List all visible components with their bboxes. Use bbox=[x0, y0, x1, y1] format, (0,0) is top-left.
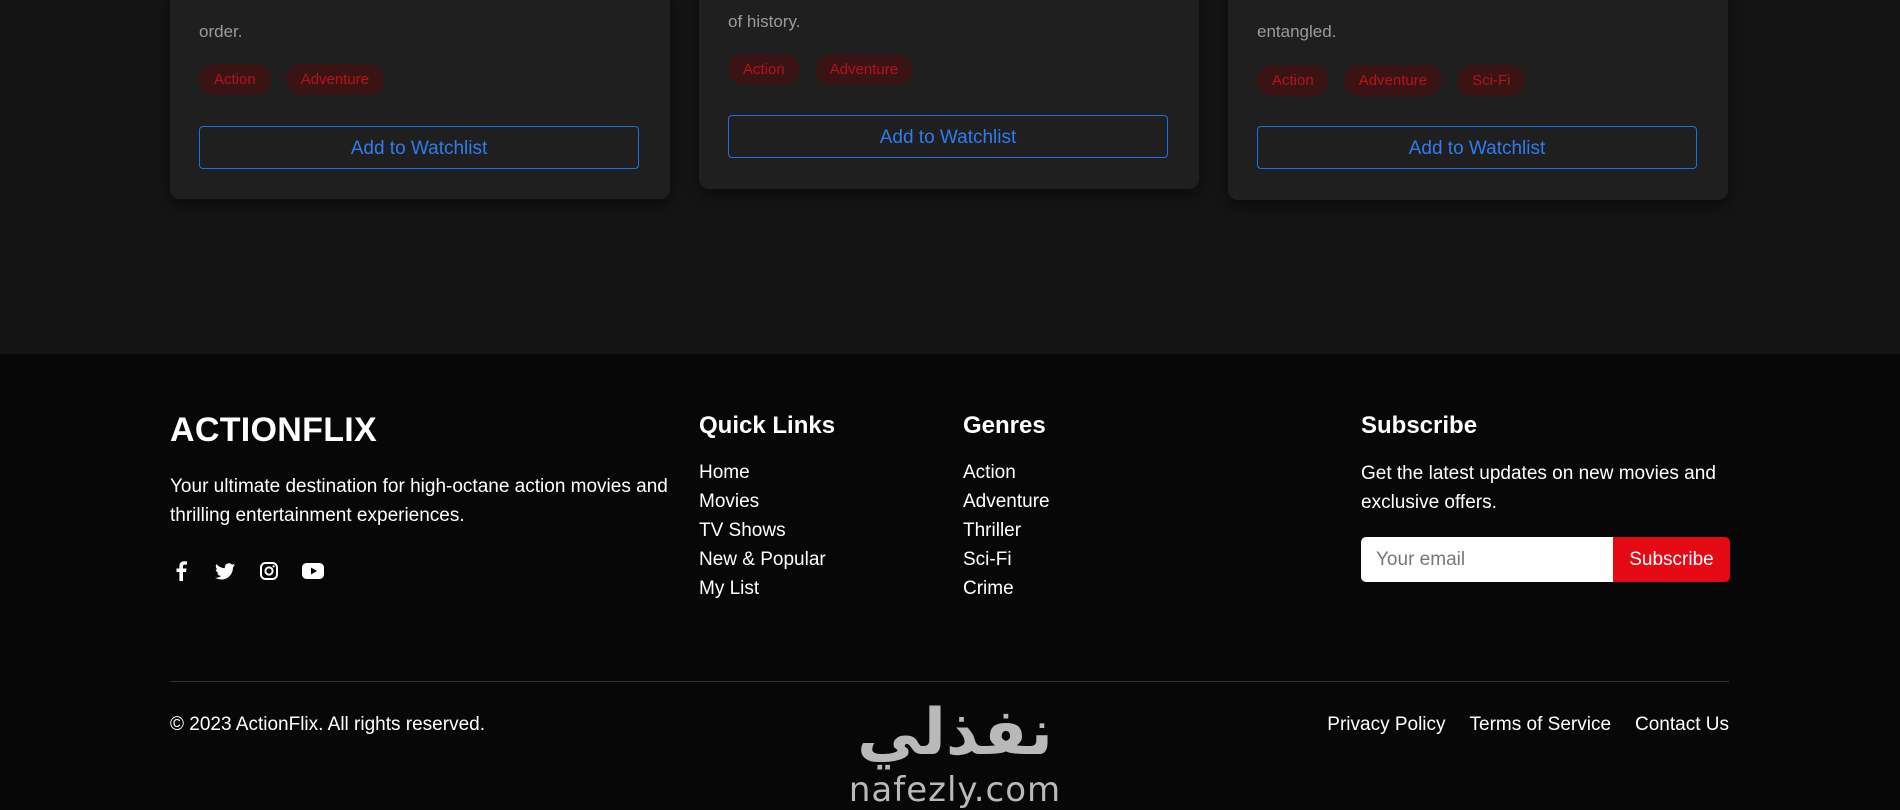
subscribe-button[interactable]: Subscribe bbox=[1613, 537, 1730, 582]
quick-links-list: Home Movies TV Shows New & Popular My Li… bbox=[699, 458, 826, 603]
genres-list: Action Adventure Thriller Sci-Fi Crime bbox=[963, 458, 1050, 603]
watermark-logo: نفذلي nafezly.com bbox=[835, 694, 1075, 808]
movie-cards-section: order. Action Adventure Add to Watchlist… bbox=[0, 0, 1900, 354]
add-to-watchlist-button[interactable]: Add to Watchlist bbox=[728, 115, 1168, 158]
watermark-arabic: نفذلي bbox=[857, 696, 1053, 770]
legal-links: Privacy Policy Terms of Service Contact … bbox=[1327, 714, 1729, 736]
footer-link-movies[interactable]: Movies bbox=[699, 487, 826, 516]
genre-tag: Adventure bbox=[285, 64, 385, 95]
email-input[interactable] bbox=[1361, 537, 1613, 582]
facebook-icon[interactable] bbox=[170, 560, 192, 582]
movie-description: entangled. bbox=[1257, 22, 1337, 41]
genre-tag: Sci-Fi bbox=[1457, 65, 1526, 96]
movie-card: order. Action Adventure Add to Watchlist bbox=[170, 0, 670, 199]
footer-genre-sci-fi[interactable]: Sci-Fi bbox=[963, 545, 1050, 574]
footer-brand-description: Your ultimate destination for high-octan… bbox=[170, 476, 668, 526]
movie-card: entangled. Action Adventure Sci-Fi Add t… bbox=[1228, 0, 1728, 200]
genres-title: Genres bbox=[963, 412, 1046, 439]
genre-tags: Action Adventure bbox=[199, 64, 385, 95]
genre-tags: Action Adventure bbox=[728, 54, 914, 85]
watermark-latin: nafezly.com bbox=[848, 770, 1062, 810]
social-links bbox=[170, 560, 324, 582]
instagram-icon[interactable] bbox=[258, 560, 280, 582]
footer-brand: ACTIONFLIX bbox=[170, 411, 377, 449]
movie-description: of history. bbox=[728, 12, 801, 31]
footer-divider bbox=[170, 681, 1729, 682]
terms-of-service-link[interactable]: Terms of Service bbox=[1470, 714, 1611, 736]
twitter-icon[interactable] bbox=[214, 560, 236, 582]
youtube-icon[interactable] bbox=[302, 560, 324, 582]
site-footer: ACTIONFLIX Your ultimate destination for… bbox=[0, 354, 1900, 810]
footer-link-my-list[interactable]: My List bbox=[699, 574, 826, 603]
footer-link-home[interactable]: Home bbox=[699, 458, 826, 487]
genre-tag: Action bbox=[199, 64, 271, 95]
copyright-text: © 2023 ActionFlix. All rights reserved. bbox=[170, 714, 485, 735]
footer-genre-crime[interactable]: Crime bbox=[963, 574, 1050, 603]
quick-links-title: Quick Links bbox=[699, 412, 836, 439]
movie-description: order. bbox=[199, 22, 243, 41]
privacy-policy-link[interactable]: Privacy Policy bbox=[1327, 714, 1445, 736]
footer-genre-action[interactable]: Action bbox=[963, 458, 1050, 487]
contact-us-link[interactable]: Contact Us bbox=[1635, 714, 1729, 736]
genre-tag: Adventure bbox=[814, 54, 914, 85]
footer-genre-adventure[interactable]: Adventure bbox=[963, 487, 1050, 516]
add-to-watchlist-button[interactable]: Add to Watchlist bbox=[199, 126, 639, 169]
subscribe-title: Subscribe bbox=[1361, 412, 1478, 439]
footer-link-new-popular[interactable]: New & Popular bbox=[699, 545, 826, 574]
genre-tag: Adventure bbox=[1343, 65, 1443, 96]
footer-link-tv-shows[interactable]: TV Shows bbox=[699, 516, 826, 545]
genre-tag: Action bbox=[1257, 65, 1329, 96]
genre-tag: Action bbox=[728, 54, 800, 85]
add-to-watchlist-button[interactable]: Add to Watchlist bbox=[1257, 126, 1697, 169]
footer-genre-thriller[interactable]: Thriller bbox=[963, 516, 1050, 545]
subscribe-description: Get the latest updates on new movies and… bbox=[1361, 463, 1716, 513]
genre-tags: Action Adventure Sci-Fi bbox=[1257, 65, 1526, 96]
movie-card: of history. Action Adventure Add to Watc… bbox=[699, 0, 1199, 189]
subscribe-form: Subscribe bbox=[1361, 537, 1730, 582]
